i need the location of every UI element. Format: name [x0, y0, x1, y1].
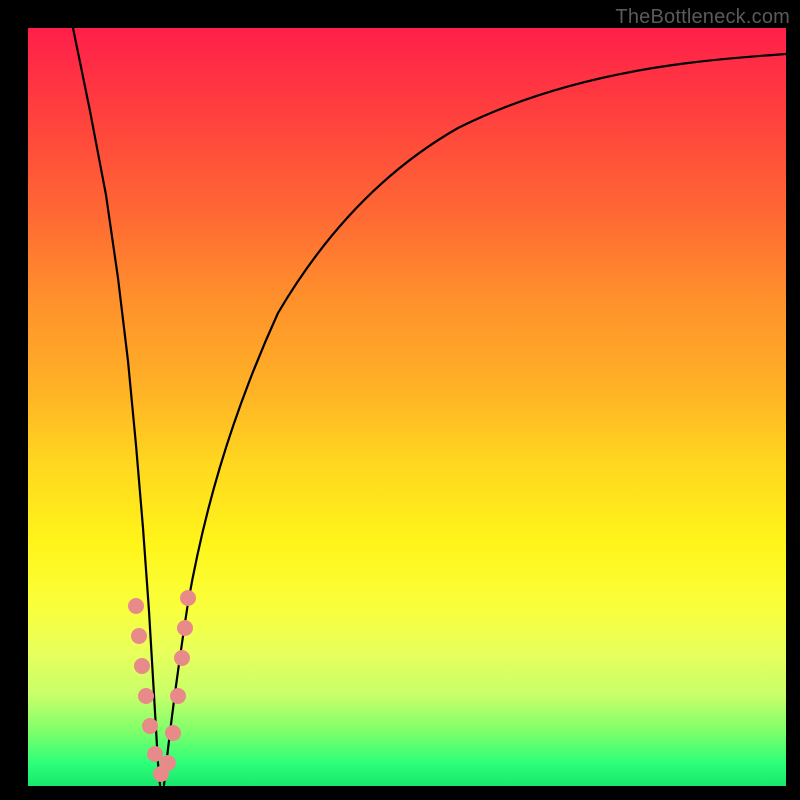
marker-dot — [180, 590, 196, 606]
watermark-text: TheBottleneck.com — [615, 6, 790, 29]
marker-dot — [177, 620, 193, 636]
marker-dot — [160, 755, 176, 771]
marker-dot — [134, 658, 150, 674]
marker-dot — [131, 628, 147, 644]
plot-area — [28, 28, 786, 786]
chart-frame: TheBottleneck.com — [0, 0, 800, 800]
marker-dot — [142, 718, 158, 734]
marker-dot — [147, 746, 163, 762]
curve-right-branch — [164, 54, 786, 785]
marker-dot — [128, 598, 144, 614]
marker-dot — [174, 650, 190, 666]
marker-dot — [165, 725, 181, 741]
marker-dot — [170, 688, 186, 704]
marker-dot — [138, 688, 154, 704]
curves-layer — [28, 28, 786, 786]
